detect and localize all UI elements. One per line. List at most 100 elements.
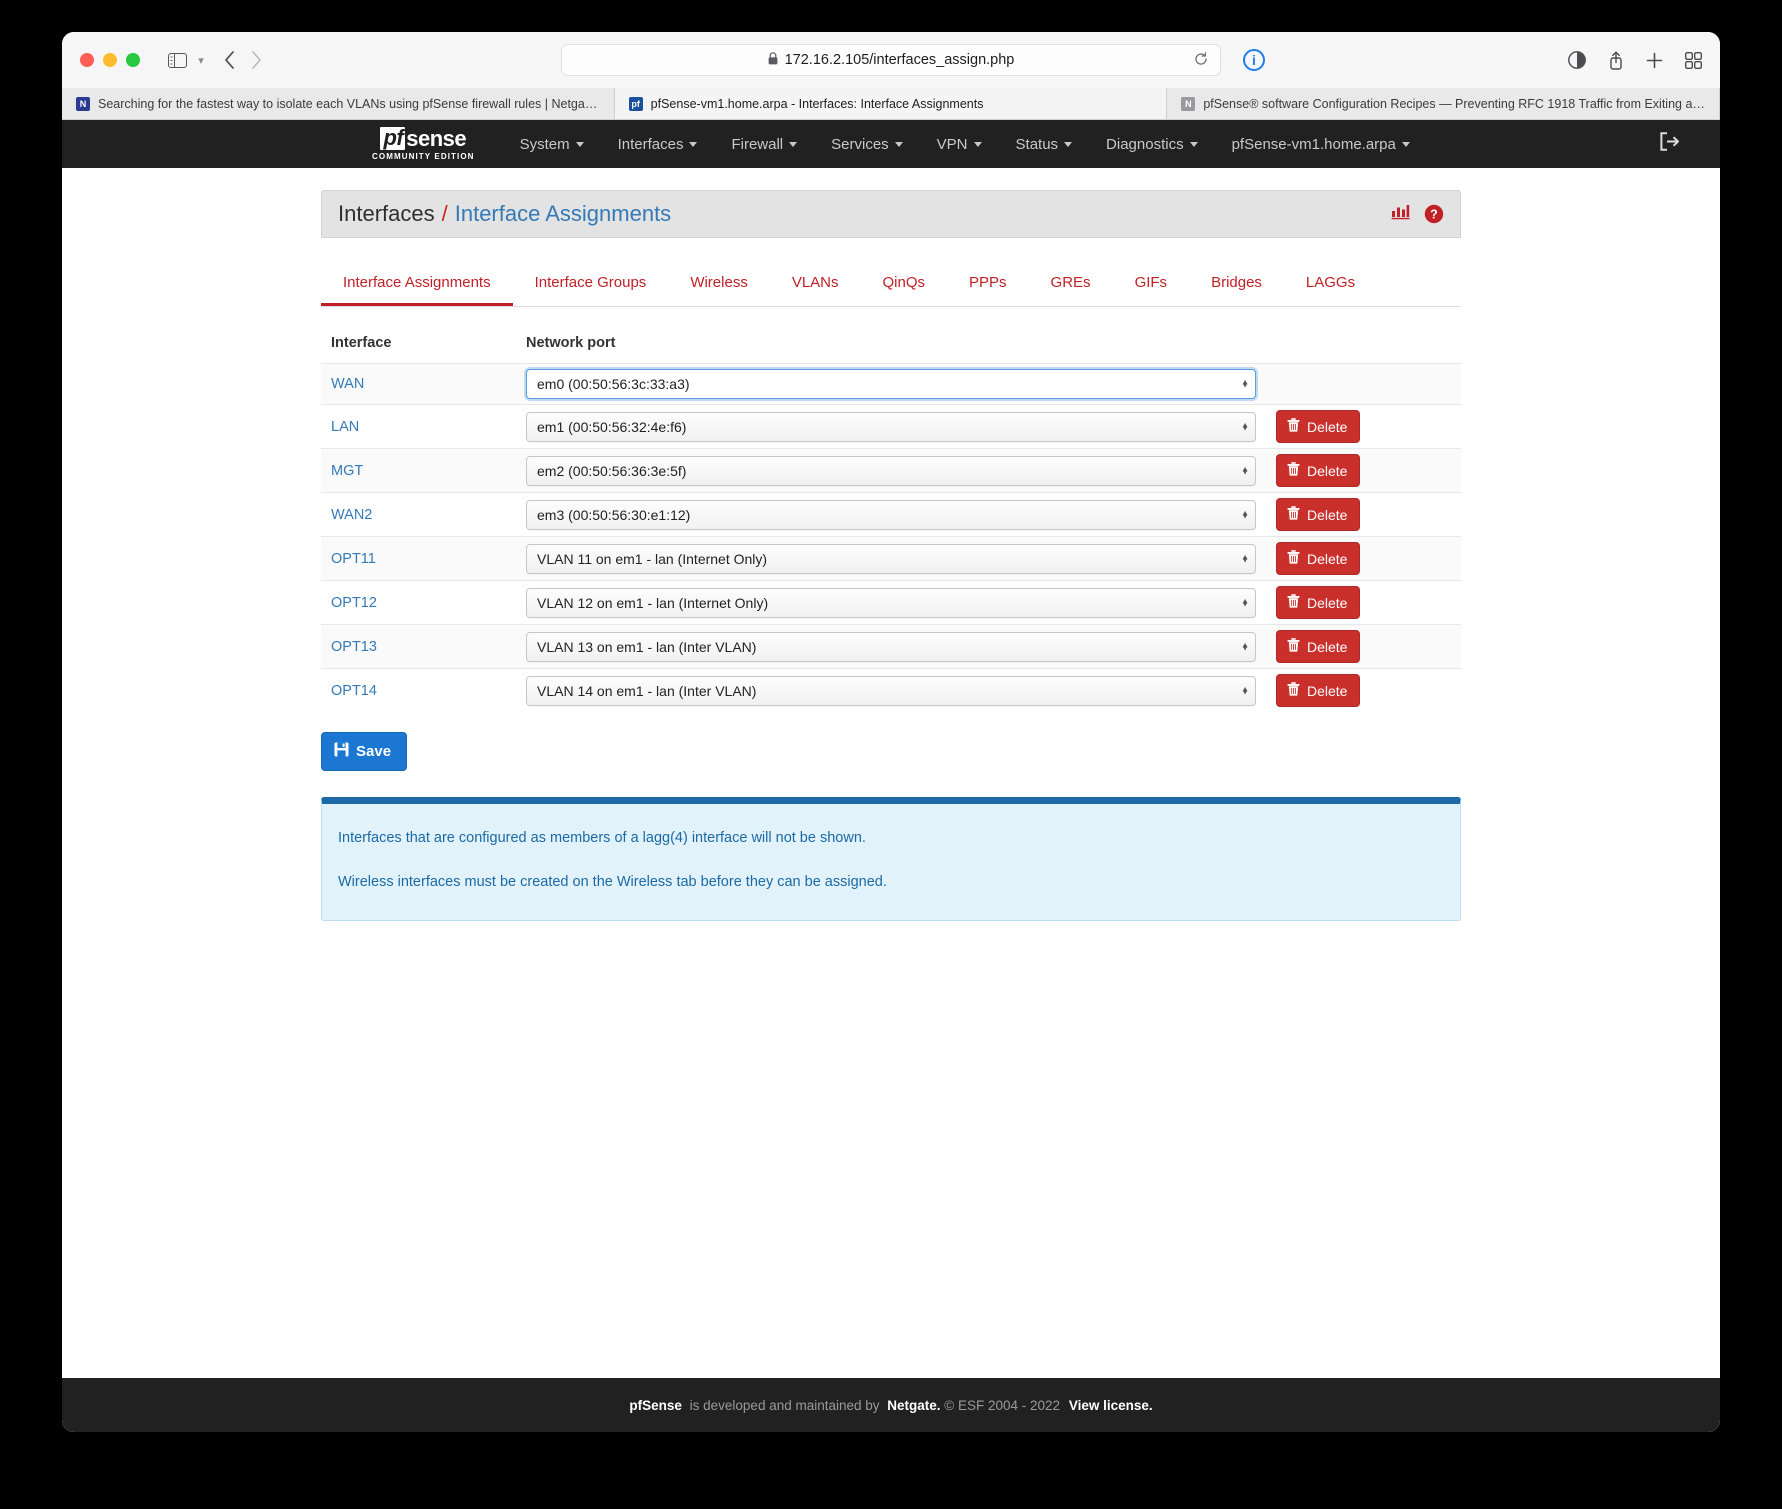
- logout-icon[interactable]: [1659, 131, 1688, 157]
- network-port-value: VLAN 11 on em1 - lan (Internet Only): [537, 550, 768, 567]
- tab-gres[interactable]: GREs: [1029, 264, 1113, 306]
- network-port-select[interactable]: em2 (00:50:56:36:3e:5f) ▲ ▼: [526, 455, 1256, 486]
- delete-button[interactable]: Delete: [1276, 586, 1361, 619]
- browser-window: ▾ 172.16.2.105/interfaces_assign.php i N…: [62, 32, 1720, 1432]
- interface-link[interactable]: OPT12: [331, 595, 377, 611]
- select-stepper-icon[interactable]: ▲ ▼: [1241, 421, 1249, 432]
- nav-item-system[interactable]: System: [503, 120, 601, 168]
- reader-mode-icon[interactable]: [1568, 45, 1586, 75]
- forward-button[interactable]: [251, 45, 262, 75]
- nav-item-services[interactable]: Services: [814, 120, 920, 168]
- save-button-label: Save: [356, 743, 392, 760]
- help-circle-icon[interactable]: ?: [1424, 204, 1444, 224]
- reload-icon[interactable]: [1194, 51, 1208, 69]
- bar-chart-icon[interactable]: [1391, 203, 1410, 225]
- back-button[interactable]: [224, 45, 235, 75]
- chevron-down-icon: [575, 141, 584, 147]
- browser-tab[interactable]: N Searching for the fastest way to isola…: [62, 88, 615, 119]
- tab-bridges[interactable]: Bridges: [1189, 264, 1284, 306]
- select-stepper-icon[interactable]: ▲ ▼: [1241, 641, 1249, 652]
- breadcrumb-root[interactable]: Interfaces: [338, 201, 435, 227]
- browser-tab[interactable]: N pfSense® software Configuration Recipe…: [1167, 88, 1720, 119]
- interface-cell: OPT11: [321, 536, 516, 581]
- interface-link[interactable]: OPT13: [331, 639, 377, 655]
- table-row: OPT13 VLAN 13 on em1 - lan (Inter VLAN) ▲ ▼…: [321, 624, 1461, 669]
- browser-tab-title: pfSense-vm1.home.arpa - Interfaces: Inte…: [650, 96, 984, 111]
- delete-button[interactable]: Delete: [1276, 674, 1361, 707]
- sidebar-toggle-icon[interactable]: [162, 45, 192, 75]
- delete-button[interactable]: Delete: [1276, 410, 1361, 443]
- actions-cell: Delete: [1266, 404, 1461, 449]
- interface-link[interactable]: LAN: [331, 419, 359, 435]
- tab-gifs[interactable]: GIFs: [1113, 264, 1190, 306]
- navigation-arrows: [224, 45, 262, 75]
- network-port-select[interactable]: VLAN 11 on em1 - lan (Internet Only) ▲ ▼: [526, 543, 1256, 574]
- tab-overview-icon[interactable]: [1685, 45, 1702, 75]
- actions-cell: Delete: [1266, 580, 1461, 625]
- select-stepper-icon[interactable]: ▲ ▼: [1241, 685, 1249, 696]
- nav-item-diagnostics[interactable]: Diagnostics: [1089, 120, 1215, 168]
- tab-wireless[interactable]: Wireless: [668, 264, 770, 306]
- tab-interface-assignments[interactable]: Interface Assignments: [321, 264, 513, 306]
- close-window-button[interactable]: [80, 53, 94, 67]
- network-port-select[interactable]: em1 (00:50:56:32:4e:f6) ▲ ▼: [526, 411, 1256, 442]
- delete-button[interactable]: Delete: [1276, 454, 1361, 487]
- tab-ppps[interactable]: PPPs: [947, 264, 1029, 306]
- delete-button-label: Delete: [1307, 462, 1348, 479]
- footer-maintainer: Netgate.: [887, 1397, 941, 1413]
- network-port-cell: em0 (00:50:56:3c:33:a3) ▲ ▼: [516, 363, 1266, 405]
- footer-brand: pfSense: [629, 1397, 682, 1413]
- interface-link[interactable]: MGT: [331, 463, 363, 479]
- section-tabs: Interface Assignments Interface Groups W…: [321, 264, 1461, 307]
- interface-link[interactable]: OPT14: [331, 683, 377, 699]
- interface-cell: WAN2: [321, 492, 516, 537]
- pfsense-logo[interactable]: pf sense COMMUNITY EDITION: [372, 127, 475, 161]
- tab-vlans[interactable]: VLANs: [770, 264, 861, 306]
- select-stepper-icon[interactable]: ▲ ▼: [1241, 597, 1249, 608]
- interface-link[interactable]: WAN: [331, 376, 364, 392]
- column-header-actions: [1266, 329, 1461, 364]
- select-stepper-icon[interactable]: ▲ ▼: [1241, 378, 1249, 389]
- network-port-select[interactable]: VLAN 14 on em1 - lan (Inter VLAN) ▲ ▼: [526, 675, 1256, 706]
- select-stepper-icon[interactable]: ▲ ▼: [1241, 465, 1249, 476]
- tab-laggs[interactable]: LAGGs: [1284, 264, 1377, 306]
- network-port-select[interactable]: VLAN 12 on em1 - lan (Internet Only) ▲ ▼: [526, 587, 1256, 618]
- delete-button[interactable]: Delete: [1276, 498, 1361, 531]
- nav-item-firewall[interactable]: Firewall: [714, 120, 814, 168]
- trash-icon: [1287, 594, 1300, 611]
- save-button[interactable]: Save: [321, 732, 408, 771]
- interface-link[interactable]: OPT11: [331, 551, 376, 567]
- actions-cell: Delete: [1266, 624, 1461, 669]
- page-info-badge[interactable]: i: [1243, 49, 1265, 71]
- browser-toolbar: ▾ 172.16.2.105/interfaces_assign.php i: [62, 32, 1720, 88]
- view-license-link[interactable]: View license.: [1069, 1398, 1153, 1413]
- select-stepper-icon[interactable]: ▲ ▼: [1241, 553, 1249, 564]
- table-row: MGT em2 (00:50:56:36:3e:5f) ▲ ▼ Delete: [321, 448, 1461, 493]
- network-port-select[interactable]: em0 (00:50:56:3c:33:a3) ▲ ▼: [526, 369, 1256, 399]
- delete-button[interactable]: Delete: [1276, 630, 1361, 663]
- network-port-select[interactable]: em3 (00:50:56:30:e1:12) ▲ ▼: [526, 499, 1256, 530]
- nav-item-status[interactable]: Status: [999, 120, 1090, 168]
- docs-icon: N: [1181, 96, 1196, 111]
- tab-qinqs[interactable]: QinQs: [861, 264, 948, 306]
- network-port-select[interactable]: VLAN 13 on em1 - lan (Inter VLAN) ▲ ▼: [526, 631, 1256, 662]
- netgate-icon: N: [76, 96, 90, 111]
- maximize-window-button[interactable]: [126, 53, 140, 67]
- trash-icon: [1287, 682, 1300, 699]
- minimize-window-button[interactable]: [103, 53, 117, 67]
- select-stepper-icon[interactable]: ▲ ▼: [1241, 509, 1249, 520]
- address-bar[interactable]: 172.16.2.105/interfaces_assign.php: [561, 44, 1221, 76]
- interface-link[interactable]: WAN2: [331, 507, 372, 523]
- chevron-down-icon: [1401, 141, 1410, 147]
- share-icon[interactable]: [1608, 45, 1624, 75]
- nav-item-hostname[interactable]: pfSense-vm1.home.arpa: [1215, 120, 1427, 168]
- tab-interface-groups[interactable]: Interface Groups: [513, 264, 669, 306]
- browser-tab-active[interactable]: pf pfSense-vm1.home.arpa - Interfaces: I…: [614, 88, 1168, 119]
- new-tab-icon[interactable]: [1646, 45, 1663, 75]
- delete-button[interactable]: Delete: [1276, 542, 1361, 575]
- chevron-down-icon[interactable]: ▾: [192, 45, 210, 75]
- table-row: WAN2 em3 (00:50:56:30:e1:12) ▲ ▼ Delete: [321, 492, 1461, 537]
- nav-item-vpn[interactable]: VPN: [920, 120, 999, 168]
- network-port-value: em2 (00:50:56:36:3e:5f): [537, 462, 687, 479]
- nav-item-interfaces[interactable]: Interfaces: [601, 120, 715, 168]
